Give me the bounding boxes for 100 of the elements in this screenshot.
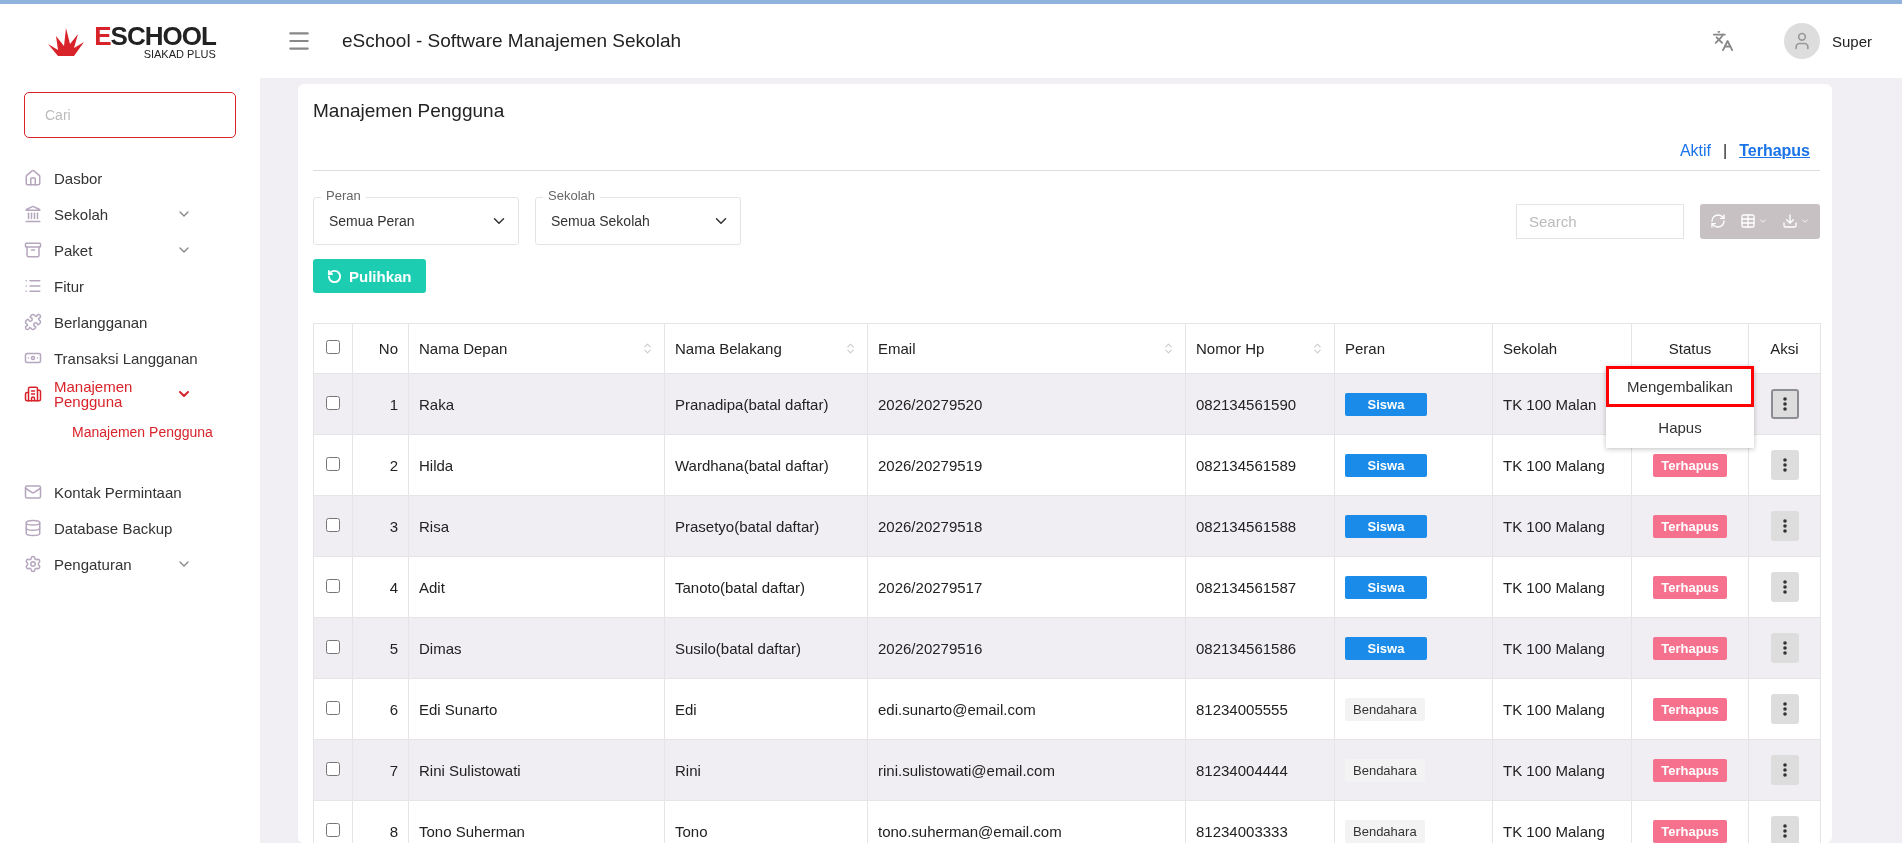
checkbox[interactable] xyxy=(326,340,340,354)
sidebar-item[interactable]: Kontak Permintaan xyxy=(0,474,260,510)
table-cell: 3 xyxy=(389,517,398,535)
table-cell: TK 100 Malang xyxy=(1503,822,1605,840)
page-title: Manajemen Pengguna xyxy=(313,100,506,122)
table-cell: 2026/20279518 xyxy=(878,517,983,535)
sidebar-item[interactable]: Transaksi Langganan xyxy=(0,340,260,376)
more-button[interactable] xyxy=(1770,450,1799,480)
more-icon xyxy=(1782,641,1787,655)
table-cell: 4 xyxy=(389,578,398,596)
table-cell: 2026/20279520 xyxy=(878,395,983,413)
sidebar-item[interactable]: Fitur xyxy=(0,268,260,304)
column-header[interactable]: Email xyxy=(878,340,916,357)
more-button[interactable] xyxy=(1770,755,1799,785)
table-cell: 082134561590 xyxy=(1196,395,1297,413)
status-badge: Terhapus xyxy=(1653,819,1727,843)
more-icon xyxy=(1782,458,1787,472)
tab-link[interactable]: Aktif xyxy=(1679,142,1711,160)
filter-label: Sekolah xyxy=(543,188,600,203)
table-cell: 2 xyxy=(389,456,398,474)
table-cell: Prasetyo(batal daftar) xyxy=(675,517,820,535)
row-checkbox[interactable] xyxy=(326,822,340,837)
more-button[interactable] xyxy=(1770,816,1799,843)
table-cell: 7 xyxy=(389,761,398,779)
table-cell: TK 100 Malang xyxy=(1503,700,1605,718)
search-field[interactable]: Cari xyxy=(24,92,236,138)
column-header[interactable]: Nama Belakang xyxy=(675,340,782,357)
table-cell: TK 100 Malang xyxy=(1503,761,1605,779)
sidebar-item[interactable]: Dasbor xyxy=(0,160,260,196)
more-icon xyxy=(1782,519,1787,533)
table-cell: Edi xyxy=(675,700,697,718)
role-badge: Bendahara xyxy=(1345,697,1425,721)
brand-tagline: SIAKAD PLUS xyxy=(143,48,216,60)
sidebar-item[interactable]: Database Backup xyxy=(0,510,260,546)
download-icon xyxy=(1782,213,1798,229)
table-cell: Hilda xyxy=(419,456,454,474)
sidebar-item[interactable]: Pengaturan xyxy=(0,546,260,582)
table-cell: Raka xyxy=(419,395,455,413)
table-cell: Susilo(batal daftar) xyxy=(675,639,801,657)
table-cell: Risa xyxy=(419,517,449,535)
more-button[interactable] xyxy=(1770,511,1799,541)
table-cell: Dimas xyxy=(419,639,462,657)
refresh-icon xyxy=(1710,213,1726,229)
menu-glyph-icon xyxy=(24,519,42,537)
column-header: Status xyxy=(1668,340,1712,357)
table-cell: TK 100 Malang xyxy=(1503,456,1605,474)
sidebar-subitem[interactable]: Manajemen Pengguna xyxy=(0,416,260,448)
sidebar-item[interactable]: Paket xyxy=(0,232,260,268)
menu-item[interactable]: Hapus xyxy=(1606,407,1754,448)
user-name: Super xyxy=(1831,32,1872,50)
table-cell: 082134561587 xyxy=(1196,578,1297,596)
more-icon xyxy=(1782,763,1787,777)
column-header[interactable]: Nama Depan xyxy=(419,340,508,357)
row-checkbox[interactable] xyxy=(326,761,340,776)
column-header: No xyxy=(378,340,398,357)
role-badge: Siswa xyxy=(1345,514,1427,538)
more-icon xyxy=(1782,397,1787,411)
table-cell: Rini xyxy=(675,761,701,779)
column-header[interactable]: Nomor Hp xyxy=(1196,340,1265,357)
table-cell: 2026/20279516 xyxy=(878,639,983,657)
table-cell: 1 xyxy=(389,395,398,413)
row-checkbox[interactable] xyxy=(326,456,340,471)
table-icon xyxy=(1740,213,1756,229)
table-cell: tono.suherman@email.com xyxy=(878,822,1062,840)
sidebar-item[interactable]: Manajemen Pengguna xyxy=(0,376,260,412)
status-badge: Terhapus xyxy=(1653,453,1727,477)
table-cell: TK 100 Malang xyxy=(1503,578,1605,596)
more-icon xyxy=(1782,580,1787,594)
undo-icon xyxy=(327,268,342,284)
table-cell: TK 100 Malan xyxy=(1503,395,1597,413)
role-badge: Siswa xyxy=(1345,636,1427,660)
more-icon xyxy=(1782,702,1787,716)
caret-icon xyxy=(1758,216,1768,226)
row-checkbox[interactable] xyxy=(326,517,340,532)
row-checkbox[interactable] xyxy=(326,578,340,593)
more-button[interactable] xyxy=(1770,572,1799,602)
more-button[interactable] xyxy=(1770,633,1799,663)
table-cell: 81234005555 xyxy=(1196,700,1288,718)
more-button[interactable] xyxy=(1770,694,1799,724)
menu-glyph-icon xyxy=(24,313,42,331)
more-button[interactable] xyxy=(1770,389,1799,419)
table-cell: 5 xyxy=(389,639,398,657)
table-cell: Wardhana(batal daftar) xyxy=(675,456,829,474)
status-badge: Terhapus xyxy=(1653,575,1727,599)
tab-link[interactable]: Terhapus xyxy=(1739,142,1810,160)
language-icon[interactable] xyxy=(1711,30,1734,52)
table-cell: rini.sulistowati@email.com xyxy=(878,761,1055,779)
sidebar-item[interactable]: Berlangganan xyxy=(0,304,260,340)
table-cell: Edi Sunarto xyxy=(419,700,498,718)
menu-item[interactable]: Mengembalikan xyxy=(1606,366,1754,407)
menu-glyph-icon xyxy=(24,241,42,259)
row-checkbox[interactable] xyxy=(326,639,340,654)
row-checkbox[interactable] xyxy=(326,395,340,410)
table-cell: Pranadipa(batal daftar) xyxy=(675,395,829,413)
row-checkbox[interactable] xyxy=(326,700,340,715)
table-cell: Adit xyxy=(419,578,445,596)
menu-glyph-icon xyxy=(24,555,42,573)
sidebar-item[interactable]: Sekolah xyxy=(0,196,260,232)
status-badge: Terhapus xyxy=(1653,514,1727,538)
avatar[interactable] xyxy=(1783,23,1820,59)
